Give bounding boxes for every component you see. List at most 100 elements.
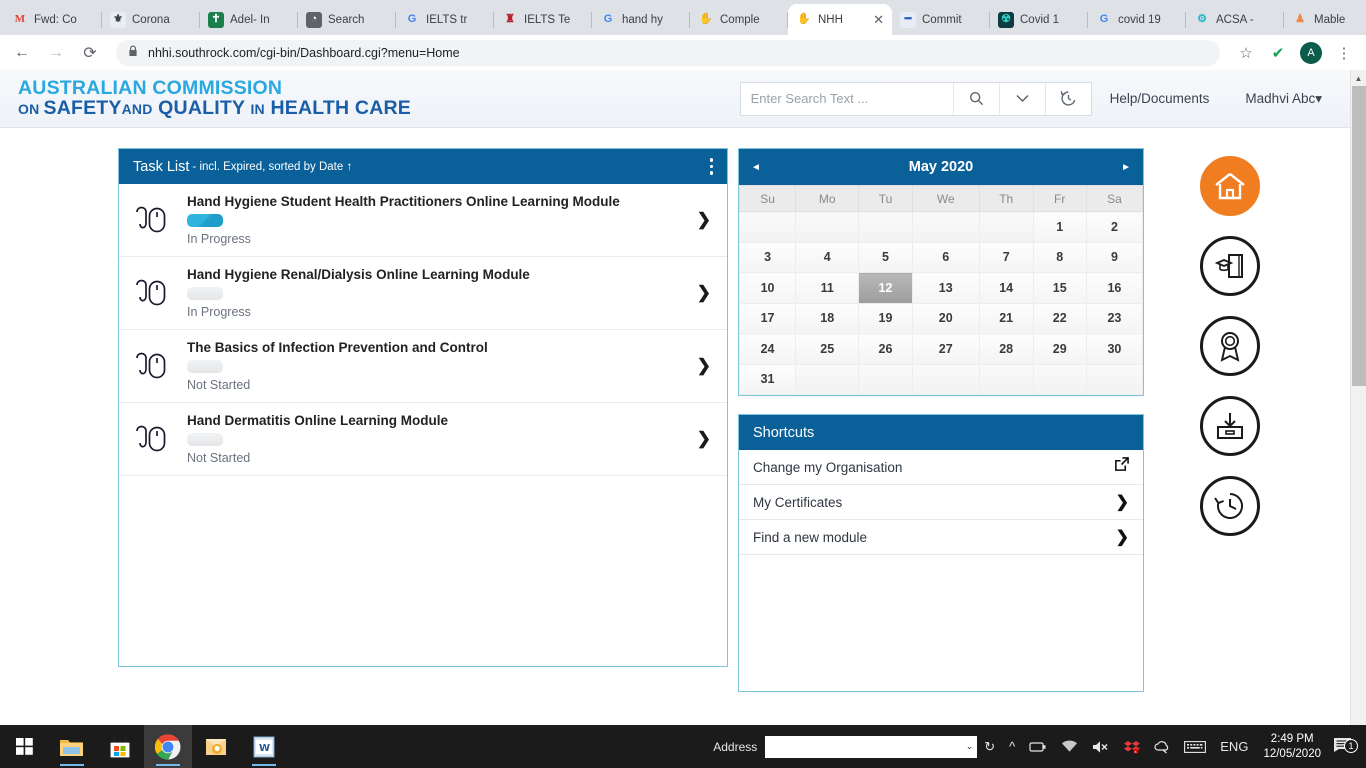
- calendar-day[interactable]: 7: [978, 241, 1034, 273]
- profile-avatar[interactable]: A: [1300, 41, 1322, 64]
- windows-start-icon[interactable]: [0, 725, 48, 768]
- kebab-menu-icon[interactable]: [709, 158, 713, 175]
- calendar-day[interactable]: 10: [738, 272, 797, 304]
- reload-button[interactable]: ⟳: [76, 39, 104, 67]
- notifications-icon[interactable]: 1: [1329, 737, 1362, 757]
- scroll-up-arrow[interactable]: ▲: [1351, 70, 1366, 86]
- dropbox-icon[interactable]: x: [1117, 725, 1147, 768]
- shortcut-row[interactable]: Change my Organisation: [739, 450, 1143, 485]
- verified-check-icon[interactable]: ✔: [1264, 39, 1292, 67]
- chevron-right-icon[interactable]: ❯: [1116, 527, 1129, 547]
- browser-tab[interactable]: ♜ IELTS Te: [494, 4, 592, 35]
- calendar-day[interactable]: 28: [978, 333, 1034, 365]
- browser-tab[interactable]: G IELTS tr: [396, 4, 494, 35]
- archive-inbox-icon[interactable]: [1200, 396, 1260, 456]
- calendar-day[interactable]: 4: [795, 241, 860, 273]
- calendar-day[interactable]: 8: [1032, 241, 1087, 273]
- chrome-menu-button[interactable]: ⋮: [1330, 39, 1358, 67]
- browser-tab[interactable]: ◔ Search: [298, 4, 396, 35]
- onedrive-icon[interactable]: [1147, 725, 1177, 768]
- calendar-day[interactable]: 29: [1032, 333, 1087, 365]
- volume-muted-icon[interactable]: [1085, 725, 1117, 768]
- chevron-right-icon[interactable]: ❯: [689, 283, 711, 303]
- language-indicator[interactable]: ENG: [1213, 725, 1255, 768]
- home-icon[interactable]: [1200, 156, 1260, 216]
- help-documents-link[interactable]: Help/Documents: [1092, 91, 1228, 106]
- microsoft-store-icon[interactable]: [96, 725, 144, 768]
- file-explorer-icon[interactable]: [48, 725, 96, 768]
- battery-icon[interactable]: [1022, 725, 1054, 768]
- calendar-day[interactable]: 22: [1032, 302, 1087, 334]
- shortcut-row[interactable]: Find a new module ❯: [739, 520, 1143, 555]
- task-row[interactable]: Hand Dermatitis Online Learning Module No…: [119, 403, 727, 476]
- calendar-day[interactable]: 18: [795, 302, 860, 334]
- forward-button[interactable]: →: [42, 39, 70, 67]
- calendar-day[interactable]: 12: [858, 272, 913, 304]
- browser-tab[interactable]: M Fwd: Co: [4, 4, 102, 35]
- calendar-day[interactable]: 20: [911, 302, 980, 334]
- calendar-day[interactable]: 26: [858, 333, 913, 365]
- browser-tab[interactable]: ✋ Comple: [690, 4, 788, 35]
- browser-tab[interactable]: Ghand hy: [592, 4, 690, 35]
- calendar-day[interactable]: 16: [1085, 272, 1144, 304]
- task-row[interactable]: The Basics of Infection Prevention and C…: [119, 330, 727, 403]
- calendar-day[interactable]: 31: [738, 363, 797, 395]
- chevron-right-icon[interactable]: ❯: [1116, 492, 1129, 512]
- calendar-day[interactable]: 25: [795, 333, 860, 365]
- browser-tab[interactable]: ⚜ Corona: [102, 4, 200, 35]
- show-hidden-icons[interactable]: ^: [1002, 725, 1022, 768]
- learning-module-icon[interactable]: [1200, 236, 1260, 296]
- browser-tab[interactable]: ✝ Adel- In: [200, 4, 298, 35]
- browser-tab[interactable]: ✋ NHH ✕: [788, 4, 892, 35]
- chevron-right-icon[interactable]: ❯: [689, 429, 711, 449]
- calendar-day[interactable]: 13: [911, 272, 980, 304]
- search-input[interactable]: [740, 82, 953, 115]
- chevron-right-icon[interactable]: ❯: [689, 210, 711, 230]
- browser-tab[interactable]: ━ Commit: [892, 4, 990, 35]
- page-scrollbar[interactable]: ▲: [1350, 70, 1366, 725]
- calendar-day[interactable]: 5: [858, 241, 913, 273]
- browser-tab[interactable]: ☢ Covid 1: [990, 4, 1088, 35]
- calendar-prev-button[interactable]: ◄: [751, 162, 761, 173]
- address-toolbar-input[interactable]: ⌄: [765, 735, 978, 758]
- address-refresh-icon[interactable]: ↻: [977, 725, 1002, 768]
- address-bar[interactable]: nhhi.southrock.com/cgi-bin/Dashboard.cgi…: [116, 39, 1220, 66]
- calendar-day[interactable]: 15: [1032, 272, 1087, 304]
- calendar-day[interactable]: 30: [1085, 333, 1144, 365]
- calendar-day[interactable]: 14: [978, 272, 1034, 304]
- clock[interactable]: 2:49 PM 12/05/2020: [1255, 732, 1329, 762]
- calendar-day[interactable]: 19: [858, 302, 913, 334]
- history-clock-icon[interactable]: [1200, 476, 1260, 536]
- external-link-icon[interactable]: [1114, 457, 1129, 477]
- browser-tab[interactable]: ♟ Mable: [1284, 4, 1366, 35]
- calendar-day[interactable]: 24: [738, 333, 797, 365]
- browser-tab[interactable]: Gcovid 19: [1088, 4, 1186, 35]
- shortcut-row[interactable]: My Certificates ❯: [739, 485, 1143, 520]
- search-dropdown-icon[interactable]: [998, 82, 1045, 115]
- calendar-day[interactable]: 11: [795, 272, 860, 304]
- keyboard-icon[interactable]: [1177, 725, 1213, 768]
- calendar-day[interactable]: 23: [1085, 302, 1144, 334]
- task-row[interactable]: Hand Hygiene Renal/Dialysis Online Learn…: [119, 257, 727, 330]
- word-icon[interactable]: W: [240, 725, 288, 768]
- calendar-day[interactable]: 21: [978, 302, 1034, 334]
- chrome-icon[interactable]: [144, 725, 192, 768]
- calendar-day[interactable]: 17: [738, 302, 797, 334]
- calendar-day[interactable]: 1: [1032, 211, 1087, 243]
- wifi-icon[interactable]: [1054, 725, 1085, 768]
- chevron-right-icon[interactable]: ❯: [689, 356, 711, 376]
- browser-tab[interactable]: ⚙ ACSA -: [1186, 4, 1284, 35]
- bookmark-star-icon[interactable]: ☆: [1232, 39, 1260, 67]
- calendar-day[interactable]: 2: [1085, 211, 1144, 243]
- tab-close-icon[interactable]: ✕: [873, 12, 884, 28]
- calendar-day[interactable]: 9: [1085, 241, 1144, 273]
- search-icon[interactable]: [952, 82, 999, 115]
- calendar-day[interactable]: 3: [738, 241, 797, 273]
- scrollbar-thumb[interactable]: [1352, 86, 1366, 386]
- back-button[interactable]: ←: [8, 39, 36, 67]
- outlook-icon[interactable]: [192, 725, 240, 768]
- user-menu[interactable]: Madhvi Abc▾: [1227, 91, 1352, 107]
- task-row[interactable]: Hand Hygiene Student Health Practitioner…: [119, 184, 727, 257]
- search-history-icon[interactable]: [1044, 82, 1091, 115]
- calendar-day[interactable]: 27: [911, 333, 980, 365]
